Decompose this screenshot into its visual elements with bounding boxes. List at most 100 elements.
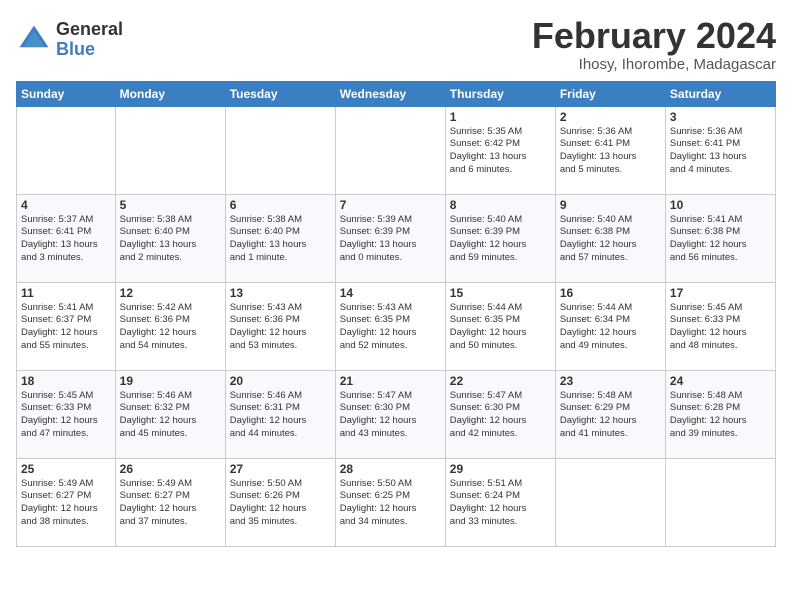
week-row-3: 11 Sunrise: 5:41 AM Sunset: 6:37 PM Dayli… bbox=[17, 282, 776, 370]
day-info: Sunrise: 5:48 AM Sunset: 6:28 PM Dayligh… bbox=[670, 390, 771, 441]
day-info: Sunrise: 5:36 AM Sunset: 6:41 PM Dayligh… bbox=[670, 126, 771, 177]
day-header-thursday: Thursday bbox=[445, 81, 555, 106]
day-info: Sunrise: 5:48 AM Sunset: 6:29 PM Dayligh… bbox=[560, 390, 661, 441]
day-number: 2 bbox=[560, 110, 661, 124]
day-number: 26 bbox=[120, 462, 221, 476]
month-title: February 2024 bbox=[532, 16, 776, 56]
day-header-friday: Friday bbox=[555, 81, 665, 106]
header-row: SundayMondayTuesdayWednesdayThursdayFrid… bbox=[17, 81, 776, 106]
day-number: 27 bbox=[230, 462, 331, 476]
calendar-cell bbox=[665, 458, 775, 546]
page-header: General Blue February 2024 Ihosy, Ihorom… bbox=[16, 16, 776, 73]
day-header-wednesday: Wednesday bbox=[335, 81, 445, 106]
day-header-sunday: Sunday bbox=[17, 81, 116, 106]
calendar-cell: 13 Sunrise: 5:43 AM Sunset: 6:36 PM Dayli… bbox=[225, 282, 335, 370]
day-info: Sunrise: 5:41 AM Sunset: 6:38 PM Dayligh… bbox=[670, 214, 771, 265]
day-number: 15 bbox=[450, 286, 551, 300]
day-info: Sunrise: 5:42 AM Sunset: 6:36 PM Dayligh… bbox=[120, 302, 221, 353]
day-number: 21 bbox=[340, 374, 441, 388]
day-number: 23 bbox=[560, 374, 661, 388]
calendar-cell: 2 Sunrise: 5:36 AM Sunset: 6:41 PM Daylig… bbox=[555, 106, 665, 194]
day-number: 1 bbox=[450, 110, 551, 124]
calendar-cell: 14Sunrise: 5:43 AM Sunset: 6:35 PM Dayli… bbox=[335, 282, 445, 370]
calendar-cell: 29Sunrise: 5:51 AM Sunset: 6:24 PM Dayli… bbox=[445, 458, 555, 546]
calendar-cell: 1Sunrise: 5:35 AM Sunset: 6:42 PM Daylig… bbox=[445, 106, 555, 194]
day-info: Sunrise: 5:46 AM Sunset: 6:31 PM Dayligh… bbox=[230, 390, 331, 441]
day-info: Sunrise: 5:50 AM Sunset: 6:25 PM Dayligh… bbox=[340, 478, 441, 529]
week-row-5: 25 Sunrise: 5:49 AM Sunset: 6:27 PM Dayli… bbox=[17, 458, 776, 546]
week-row-4: 18 Sunrise: 5:45 AM Sunset: 6:33 PM Dayli… bbox=[17, 370, 776, 458]
calendar-cell: 15 Sunrise: 5:44 AM Sunset: 6:35 PM Dayli… bbox=[445, 282, 555, 370]
day-info: Sunrise: 5:50 AM Sunset: 6:26 PM Dayligh… bbox=[230, 478, 331, 529]
day-number: 10 bbox=[670, 198, 771, 212]
day-number: 9 bbox=[560, 198, 661, 212]
calendar-cell: 8Sunrise: 5:40 AM Sunset: 6:39 PM Daylig… bbox=[445, 194, 555, 282]
day-info: Sunrise: 5:40 AM Sunset: 6:38 PM Dayligh… bbox=[560, 214, 661, 265]
calendar-cell: 26 Sunrise: 5:49 AM Sunset: 6:27 PM Dayli… bbox=[115, 458, 225, 546]
week-row-2: 4 Sunrise: 5:37 AM Sunset: 6:41 PM Daylig… bbox=[17, 194, 776, 282]
day-number: 18 bbox=[21, 374, 111, 388]
day-number: 25 bbox=[21, 462, 111, 476]
day-header-tuesday: Tuesday bbox=[225, 81, 335, 106]
calendar-cell: 6 Sunrise: 5:38 AM Sunset: 6:40 PM Daylig… bbox=[225, 194, 335, 282]
day-number: 11 bbox=[21, 286, 111, 300]
day-number: 13 bbox=[230, 286, 331, 300]
calendar-cell: 21 Sunrise: 5:47 AM Sunset: 6:30 PM Dayli… bbox=[335, 370, 445, 458]
calendar-cell bbox=[225, 106, 335, 194]
week-row-1: 1Sunrise: 5:35 AM Sunset: 6:42 PM Daylig… bbox=[17, 106, 776, 194]
calendar-cell bbox=[335, 106, 445, 194]
day-number: 6 bbox=[230, 198, 331, 212]
calendar-cell: 7 Sunrise: 5:39 AM Sunset: 6:39 PM Daylig… bbox=[335, 194, 445, 282]
day-info: Sunrise: 5:38 AM Sunset: 6:40 PM Dayligh… bbox=[230, 214, 331, 265]
calendar-cell: 28 Sunrise: 5:50 AM Sunset: 6:25 PM Dayli… bbox=[335, 458, 445, 546]
calendar-cell bbox=[17, 106, 116, 194]
day-info: Sunrise: 5:49 AM Sunset: 6:27 PM Dayligh… bbox=[21, 478, 111, 529]
day-info: Sunrise: 5:39 AM Sunset: 6:39 PM Dayligh… bbox=[340, 214, 441, 265]
day-info: Sunrise: 5:40 AM Sunset: 6:39 PM Dayligh… bbox=[450, 214, 551, 265]
calendar-cell: 23 Sunrise: 5:48 AM Sunset: 6:29 PM Dayli… bbox=[555, 370, 665, 458]
calendar-cell: 17 Sunrise: 5:45 AM Sunset: 6:33 PM Dayli… bbox=[665, 282, 775, 370]
day-info: Sunrise: 5:47 AM Sunset: 6:30 PM Dayligh… bbox=[450, 390, 551, 441]
calendar-cell: 4 Sunrise: 5:37 AM Sunset: 6:41 PM Daylig… bbox=[17, 194, 116, 282]
calendar-cell: 12 Sunrise: 5:42 AM Sunset: 6:36 PM Dayli… bbox=[115, 282, 225, 370]
calendar-table: SundayMondayTuesdayWednesdayThursdayFrid… bbox=[16, 81, 776, 547]
day-number: 16 bbox=[560, 286, 661, 300]
day-info: Sunrise: 5:43 AM Sunset: 6:36 PM Dayligh… bbox=[230, 302, 331, 353]
day-info: Sunrise: 5:51 AM Sunset: 6:24 PM Dayligh… bbox=[450, 478, 551, 529]
day-info: Sunrise: 5:45 AM Sunset: 6:33 PM Dayligh… bbox=[21, 390, 111, 441]
day-info: Sunrise: 5:46 AM Sunset: 6:32 PM Dayligh… bbox=[120, 390, 221, 441]
calendar-cell: 22 Sunrise: 5:47 AM Sunset: 6:30 PM Dayli… bbox=[445, 370, 555, 458]
calendar-cell: 9 Sunrise: 5:40 AM Sunset: 6:38 PM Daylig… bbox=[555, 194, 665, 282]
day-info: Sunrise: 5:49 AM Sunset: 6:27 PM Dayligh… bbox=[120, 478, 221, 529]
day-info: Sunrise: 5:45 AM Sunset: 6:33 PM Dayligh… bbox=[670, 302, 771, 353]
logo-icon bbox=[16, 22, 52, 58]
title-area: February 2024 Ihosy, Ihorombe, Madagasca… bbox=[532, 16, 776, 73]
day-number: 24 bbox=[670, 374, 771, 388]
logo-general-text: General bbox=[56, 20, 123, 40]
day-number: 4 bbox=[21, 198, 111, 212]
day-number: 7 bbox=[340, 198, 441, 212]
day-number: 12 bbox=[120, 286, 221, 300]
day-info: Sunrise: 5:36 AM Sunset: 6:41 PM Dayligh… bbox=[560, 126, 661, 177]
calendar-cell: 19 Sunrise: 5:46 AM Sunset: 6:32 PM Dayli… bbox=[115, 370, 225, 458]
day-number: 19 bbox=[120, 374, 221, 388]
day-info: Sunrise: 5:37 AM Sunset: 6:41 PM Dayligh… bbox=[21, 214, 111, 265]
calendar-cell: 16Sunrise: 5:44 AM Sunset: 6:34 PM Dayli… bbox=[555, 282, 665, 370]
calendar-cell bbox=[555, 458, 665, 546]
day-number: 22 bbox=[450, 374, 551, 388]
calendar-cell: 20Sunrise: 5:46 AM Sunset: 6:31 PM Dayli… bbox=[225, 370, 335, 458]
logo: General Blue bbox=[16, 20, 123, 60]
calendar-cell: 3 Sunrise: 5:36 AM Sunset: 6:41 PM Daylig… bbox=[665, 106, 775, 194]
day-info: Sunrise: 5:47 AM Sunset: 6:30 PM Dayligh… bbox=[340, 390, 441, 441]
day-number: 5 bbox=[120, 198, 221, 212]
calendar-cell: 24 Sunrise: 5:48 AM Sunset: 6:28 PM Dayli… bbox=[665, 370, 775, 458]
day-info: Sunrise: 5:44 AM Sunset: 6:35 PM Dayligh… bbox=[450, 302, 551, 353]
calendar-cell bbox=[115, 106, 225, 194]
day-number: 28 bbox=[340, 462, 441, 476]
day-number: 17 bbox=[670, 286, 771, 300]
day-header-saturday: Saturday bbox=[665, 81, 775, 106]
day-number: 3 bbox=[670, 110, 771, 124]
day-info: Sunrise: 5:41 AM Sunset: 6:37 PM Dayligh… bbox=[21, 302, 111, 353]
calendar-cell: 10 Sunrise: 5:41 AM Sunset: 6:38 PM Dayli… bbox=[665, 194, 775, 282]
calendar-cell: 25 Sunrise: 5:49 AM Sunset: 6:27 PM Dayli… bbox=[17, 458, 116, 546]
